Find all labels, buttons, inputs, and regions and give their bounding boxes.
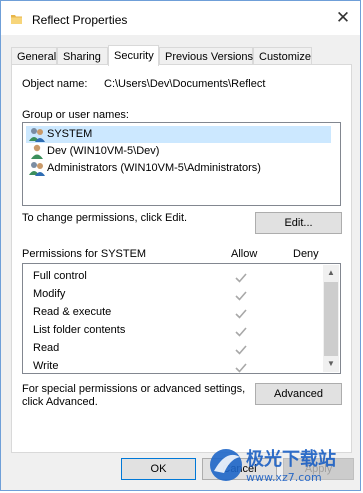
list-item: List folder contents — [33, 322, 313, 340]
allow-header: Allow — [231, 248, 258, 260]
security-tab-panel: Object name: C:\Users\Dev\Documents\Refl… — [11, 64, 352, 453]
permission-name: Read & execute — [33, 306, 112, 318]
change-permissions-text: To change permissions, click Edit. — [22, 212, 188, 224]
tab-customize[interactable]: Customize — [253, 47, 312, 65]
check-icon — [235, 291, 247, 301]
permission-name: Full control — [33, 270, 87, 282]
permissions-label: Permissions for SYSTEM — [22, 248, 147, 260]
advanced-text-line2: click Advanced. — [22, 396, 98, 408]
user-icon — [31, 144, 43, 159]
advanced-text-line1: For special permissions or advanced sett… — [22, 383, 246, 395]
check-icon — [235, 363, 247, 373]
object-name-label: Object name: — [22, 78, 88, 90]
ok-button[interactable]: OK — [121, 458, 196, 480]
list-item: Write — [33, 358, 313, 373]
deny-header: Deny — [293, 248, 319, 260]
list-item: Full control — [33, 268, 313, 286]
watermark-logo: 极光下载站 www.xz7.com — [206, 443, 356, 487]
check-icon — [235, 273, 247, 283]
list-item: Read & execute — [33, 304, 313, 322]
svg-text:www.xz7.com: www.xz7.com — [246, 471, 322, 484]
list-item: Read — [33, 340, 313, 358]
scroll-thumb[interactable] — [324, 282, 338, 356]
group-users-list[interactable]: SYSTEM Dev (WIN10VM-5\Dev) Administrator… — [22, 122, 341, 206]
svg-text:极光下载站: 极光下载站 — [246, 448, 336, 470]
folder-icon — [11, 15, 22, 24]
permission-name: Write — [33, 360, 59, 372]
permissions-scrollbar[interactable]: ▲ ▼ — [323, 265, 339, 372]
window-title: Reflect Properties — [32, 13, 128, 27]
properties-window: Reflect Properties ✕ General Sharing Sec… — [0, 0, 361, 491]
permissions-list[interactable]: Full control Modify Read & execute List … — [22, 263, 341, 374]
user-name: Administrators (WIN10VM-5\Administrators… — [47, 162, 261, 174]
user-name: Dev (WIN10VM-5\Dev) — [47, 145, 160, 157]
tab-security[interactable]: Security — [108, 45, 159, 66]
edit-button[interactable]: Edit... — [255, 212, 342, 234]
scroll-down-icon[interactable]: ▼ — [323, 356, 339, 372]
group-users-label: Group or user names: — [22, 109, 129, 121]
list-item: Modify — [33, 286, 313, 304]
title-bar[interactable]: Reflect Properties ✕ — [1, 1, 360, 35]
permission-name: Modify — [33, 288, 66, 300]
check-icon — [235, 309, 247, 319]
advanced-button[interactable]: Advanced — [255, 383, 342, 405]
tab-previous-versions[interactable]: Previous Versions — [159, 47, 253, 65]
user-group-icon — [29, 162, 45, 176]
close-icon[interactable]: ✕ — [332, 7, 354, 29]
user-name: SYSTEM — [47, 128, 93, 140]
list-item[interactable]: SYSTEM — [26, 126, 331, 143]
object-name-value: C:\Users\Dev\Documents\Reflect — [104, 78, 266, 90]
user-group-icon — [29, 128, 45, 142]
check-icon — [235, 327, 247, 337]
check-icon — [235, 345, 247, 355]
watermark-logo-icon: 极光下载站 www.xz7.com — [210, 448, 336, 484]
tab-general[interactable]: General — [11, 47, 57, 65]
list-item[interactable]: Dev (WIN10VM-5\Dev) — [26, 143, 331, 160]
permission-name: List folder contents — [33, 324, 126, 336]
list-item[interactable]: Administrators (WIN10VM-5\Administrators… — [26, 160, 331, 177]
tab-sharing[interactable]: Sharing — [57, 47, 108, 65]
scroll-up-icon[interactable]: ▲ — [323, 265, 339, 281]
permission-name: Read — [33, 342, 60, 354]
